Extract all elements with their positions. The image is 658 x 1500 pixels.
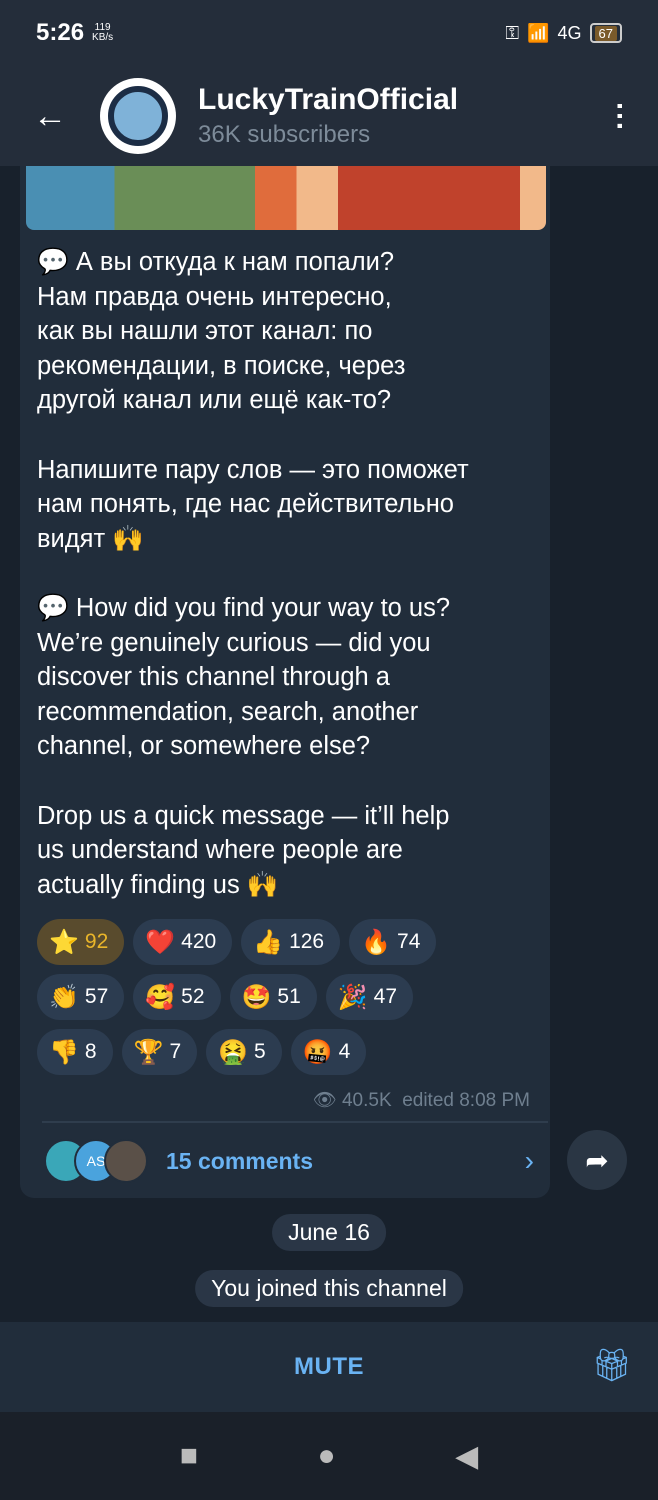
message-image[interactable] [26, 166, 546, 230]
back-arrow-icon[interactable]: ← [0, 97, 100, 136]
reaction-emoji: 🤮 [218, 1038, 249, 1066]
chevron-right-icon: › [524, 1145, 534, 1176]
network-speed: 119 KB/s [92, 22, 114, 43]
reaction-pill[interactable]: 🔥 74 [349, 919, 437, 965]
reaction-pill[interactable]: 👏 57 [37, 974, 125, 1020]
reaction-count: 7 [169, 1040, 182, 1063]
subscriber-count: 36K subscribers [198, 121, 371, 148]
reaction-pill[interactable]: 👍 126 [241, 919, 341, 965]
reaction-row: 👏 57 🥰 52 🤩 51 🎉 47 [37, 974, 537, 1020]
reaction-emoji: ❤️ [145, 928, 176, 956]
date-separator: June 16 [272, 1214, 386, 1251]
reaction-pill[interactable]: 👎 8 [37, 1029, 113, 1075]
eye-icon: 👁 [312, 1090, 337, 1111]
reaction-count: 74 [397, 930, 421, 953]
more-options-icon[interactable]: ⋯ [603, 101, 636, 131]
bottom-bar: MUTE 🎁︎ [0, 1322, 658, 1412]
reaction-count: 4 [338, 1040, 351, 1063]
reaction-pill[interactable]: 🤩 51 [229, 974, 317, 1020]
view-count: 40.5K [341, 1090, 392, 1111]
reaction-emoji: 🔥 [361, 928, 392, 956]
reaction-count: 51 [277, 985, 301, 1008]
message-text: 💬 А вы откуда к нам попали? Нам правда о… [37, 248, 469, 899]
system-nav-bar: ■ ● ◀ [0, 1412, 658, 1500]
battery-icon: 67 [589, 23, 622, 43]
reaction-emoji: 👏 [49, 983, 79, 1011]
reaction-pill[interactable]: 🤮 5 [206, 1029, 282, 1075]
reaction-emoji: 🤬 [302, 1038, 333, 1066]
chat-header: ← LuckyTrainOfficial 36K subscribers ⋯ [0, 66, 658, 166]
reaction-pill[interactable]: 🤬 4 [290, 1029, 367, 1075]
key-icon: ⚿ [505, 22, 520, 43]
reaction-pill[interactable]: 🎉 47 [325, 974, 413, 1020]
reaction-row: ⭐ 92 ❤️ 420 👍 126 🔥 74 [37, 919, 537, 965]
reaction-count: 5 [254, 1040, 266, 1063]
reaction-count: 8 [84, 1040, 97, 1063]
reaction-count: 52 [181, 985, 205, 1008]
reaction-emoji: 🤩 [241, 983, 272, 1011]
home-icon[interactable]: ● [317, 1439, 335, 1473]
reaction-emoji: 🏆 [133, 1038, 164, 1066]
reaction-pill[interactable]: 🥰 52 [133, 974, 221, 1020]
comments-button[interactable]: AS 15 comments › [44, 1138, 534, 1184]
gift-icon[interactable]: 🎁︎ [591, 1346, 632, 1384]
status-bar: 5:26 119 KB/s ⚿ 📶 4G 67 [0, 0, 658, 66]
share-icon: ➦ [585, 1144, 609, 1176]
reaction-count: 92 [84, 930, 109, 953]
service-message: You joined this channel [195, 1270, 463, 1307]
commenter-avatar [104, 1139, 148, 1183]
channel-info[interactable]: LuckyTrainOfficial 36K subscribers [198, 83, 458, 149]
reaction-emoji: ⭐ [49, 928, 79, 956]
wifi-icon: 📶 [527, 22, 550, 43]
reaction-emoji: 🥰 [145, 983, 176, 1011]
channel-avatar[interactable] [100, 78, 176, 154]
reaction-count: 126 [289, 930, 325, 953]
status-icons: ⚿ 📶 4G 67 [505, 23, 622, 44]
reaction-count: 57 [84, 985, 109, 1008]
comments-label: 15 comments [166, 1147, 314, 1174]
reaction-count: 47 [373, 985, 397, 1008]
mute-button[interactable]: MUTE [294, 1353, 364, 1381]
reaction-pill[interactable]: 🏆 7 [121, 1029, 198, 1075]
message-meta: 👁 40.5K edited 8:08 PM [313, 1088, 530, 1112]
divider [42, 1121, 548, 1123]
clock: 5:26 [36, 19, 85, 46]
reaction-count: 420 [181, 930, 217, 953]
reaction-emoji: 👍 [253, 928, 284, 956]
reaction-pill[interactable]: ❤️ 420 [133, 919, 233, 965]
reaction-emoji: 👎 [49, 1038, 79, 1066]
reaction-row: 👎 8 🏆 7 🤮 5 🤬 4 [37, 1029, 537, 1075]
reaction-emoji: 🎉 [337, 983, 368, 1011]
recents-icon[interactable]: ■ [180, 1439, 198, 1473]
channel-title: LuckyTrainOfficial [198, 83, 459, 116]
back-nav-icon[interactable]: ◀ [455, 1439, 478, 1474]
reactions: ⭐ 92 ❤️ 420 👍 126 🔥 74 👏 57 🥰 52 🤩 51 🎉 47 👎 8 🏆 7 🤮 5 🤬 4 [37, 919, 537, 1084]
edited-time: edited 8:08 PM [402, 1090, 530, 1111]
reaction-pill[interactable]: ⭐ 92 [37, 919, 125, 965]
network-type: 4G [557, 22, 582, 43]
share-button[interactable]: ➦ [567, 1130, 627, 1190]
